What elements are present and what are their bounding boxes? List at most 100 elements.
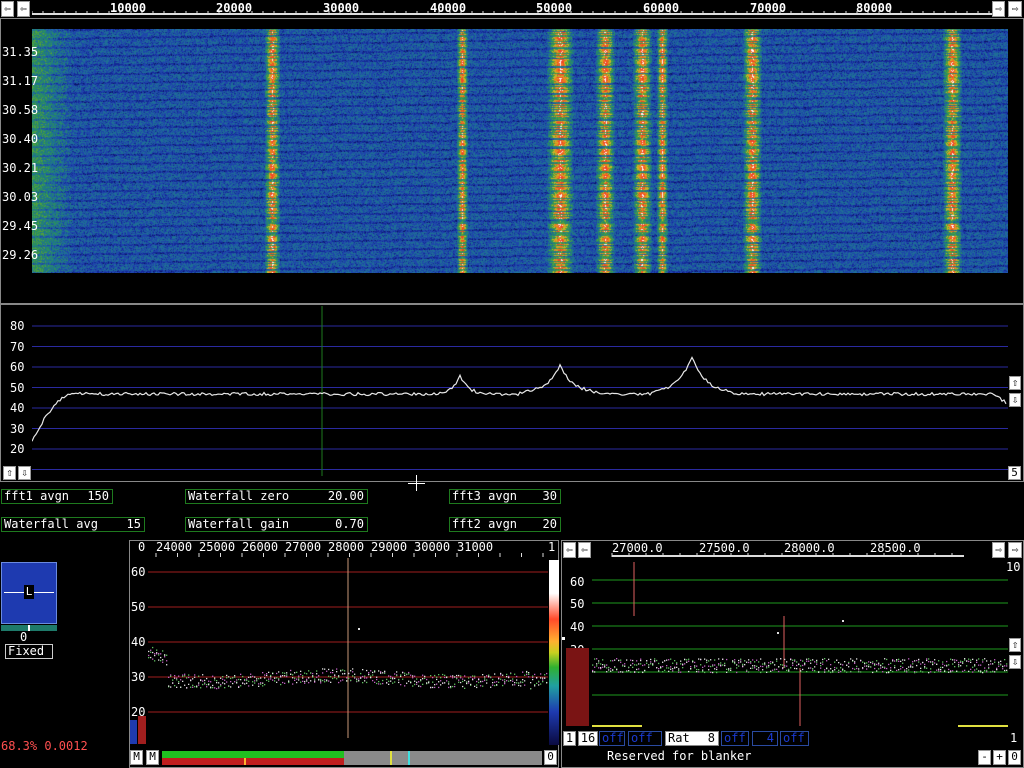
spectrum-level-down-left-button[interactable]: ⇩: [18, 466, 31, 480]
hires-point: [990, 663, 992, 665]
hires-zero-button[interactable]: 0: [1008, 750, 1021, 765]
hires-zoom-left-button[interactable]: ⇦: [578, 542, 591, 558]
waterfall-zero-param[interactable]: Waterfall zero 20.00: [185, 489, 368, 504]
hires-point: [968, 660, 970, 663]
baseband-point: [394, 677, 396, 680]
hires-point: [666, 667, 668, 669]
baseband-zero-button[interactable]: 0: [544, 750, 557, 765]
baseband-m2-button[interactable]: M: [146, 750, 159, 765]
spectrum-level-down-right-button[interactable]: ⇩: [1009, 393, 1021, 407]
hires-freq-tick: 28500.0: [870, 541, 921, 555]
baseband-level-mark-3: [408, 751, 410, 765]
baseband-point: [506, 673, 508, 676]
baseband-plot[interactable]: [148, 558, 548, 738]
baseband-point: [482, 680, 484, 683]
hires-point: [790, 667, 792, 669]
baseband-point: [342, 679, 344, 681]
hires-point: [970, 659, 972, 661]
scroll-left-button[interactable]: ⇦: [1, 1, 14, 17]
hires-point: [596, 663, 598, 665]
hires-point: [896, 669, 898, 672]
hires-zoom-right-button[interactable]: ⇨: [992, 542, 1005, 558]
hires-minus-button[interactable]: -: [978, 750, 991, 765]
baseband-point: [324, 681, 326, 683]
hires-scroll-left-button[interactable]: ⇦: [563, 542, 576, 558]
zoom-left-button[interactable]: ⇦: [17, 1, 30, 17]
s-meter[interactable]: L: [1, 562, 57, 624]
hires-point: [904, 669, 906, 671]
hires-point: [982, 672, 984, 674]
baseband-point: [162, 659, 164, 661]
hires-point: [592, 669, 594, 672]
baseband-point: [308, 677, 310, 679]
hires-plus-button[interactable]: +: [993, 750, 1006, 765]
baseband-point: [398, 678, 400, 681]
hires-point: [670, 658, 672, 660]
baseband-point: [264, 674, 266, 676]
baseband-point: [174, 685, 176, 687]
hires-button-16[interactable]: 16: [578, 731, 598, 746]
hires-point: [710, 665, 712, 668]
hires-point: [606, 664, 608, 666]
baseband-point: [414, 680, 416, 682]
baseband-point: [356, 680, 358, 682]
baseband-point: [514, 673, 516, 675]
hires-point: [760, 658, 762, 660]
fft3-avgn-param[interactable]: fft3 avgn 30: [449, 489, 561, 504]
hires-point: [878, 662, 880, 664]
hires-point: [688, 670, 690, 673]
hires-point: [890, 669, 892, 671]
hires-point: [614, 659, 616, 661]
baseband-point: [278, 679, 280, 681]
hires-rat-field[interactable]: Rat 8: [665, 731, 719, 746]
hires-off-field-1[interactable]: off: [599, 731, 625, 746]
baseband-y-tick: 30: [131, 670, 146, 684]
fft2-avgn-param[interactable]: fft2 avgn 20: [449, 517, 561, 532]
baseband-level-bar[interactable]: [162, 751, 542, 765]
zoom-right-button[interactable]: ⇨: [992, 1, 1005, 17]
hires-left-bar-red: [566, 648, 589, 726]
baseband-point: [354, 673, 356, 675]
hires-point: [854, 661, 856, 663]
waterfall-avg-param[interactable]: Waterfall avg 15: [1, 517, 145, 532]
hires-point: [820, 662, 822, 664]
baseband-point: [404, 674, 406, 676]
hires-off-field-2[interactable]: off: [628, 731, 662, 746]
scroll-right-button[interactable]: ⇨: [1008, 1, 1022, 17]
spectrum-level-up-left-button[interactable]: ⇧: [3, 466, 16, 480]
hires-point: [750, 661, 752, 663]
fixed-mode-button[interactable]: Fixed: [5, 644, 53, 659]
baseband-point: [158, 659, 160, 661]
hires-level-up-button[interactable]: ⇧: [1009, 638, 1021, 652]
fft1-avgn-param[interactable]: fft1 avgn 150: [1, 489, 113, 504]
hires-point: [798, 663, 800, 666]
baseband-point: [154, 654, 156, 657]
hires-point: [786, 661, 788, 663]
hires-plot[interactable]: [592, 560, 1008, 730]
spectrum-plot[interactable]: [32, 306, 1008, 476]
baseband-point: [510, 679, 512, 682]
baseband-point: [420, 685, 422, 688]
baseband-point: [288, 681, 290, 684]
hires-off-field-3[interactable]: off: [721, 731, 749, 746]
hires-point: [1002, 665, 1004, 667]
baseband-m1-button[interactable]: M: [130, 750, 143, 765]
hires-y-tick: 50: [570, 597, 585, 611]
hires-scroll-right-button[interactable]: ⇨: [1008, 542, 1022, 558]
hires-button-1[interactable]: 1: [563, 731, 576, 746]
spectrum-avg-number-button[interactable]: 5: [1008, 466, 1021, 480]
hires-four-field[interactable]: 4: [752, 731, 778, 746]
four-value: 4: [766, 731, 774, 745]
baseband-point: [540, 673, 542, 675]
hires-point: [780, 664, 782, 666]
hires-point: [592, 671, 594, 673]
hires-level-down-button[interactable]: ⇩: [1009, 655, 1021, 669]
baseband-point: [358, 628, 360, 630]
spectrum-level-up-right-button[interactable]: ⇧: [1009, 376, 1021, 390]
hires-point: [946, 665, 948, 667]
rat-label: Rat: [668, 731, 690, 745]
waterfall-gain-param[interactable]: Waterfall gain 0.70: [185, 517, 368, 532]
hires-off-field-4[interactable]: off: [780, 731, 809, 746]
waterfall-display[interactable]: [32, 29, 1008, 273]
baseband-point: [518, 682, 520, 684]
